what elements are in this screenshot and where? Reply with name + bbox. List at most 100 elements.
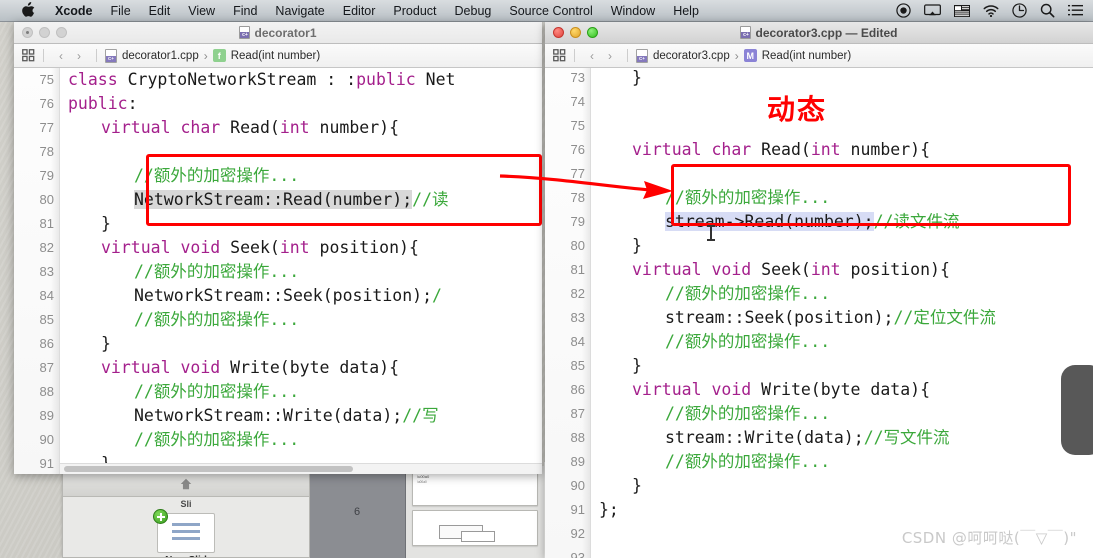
menu-item-editor[interactable]: Editor	[334, 4, 385, 18]
code-text: Seek(	[761, 260, 811, 279]
code-text: CryptoNetworkStream : :	[127, 70, 357, 89]
xcode-window-left[interactable]: decorator1 ‹ › decorator1.cpp › f Read(i…	[14, 22, 542, 474]
menu-item-find[interactable]: Find	[224, 4, 266, 18]
home-icon[interactable]	[179, 477, 193, 491]
menu-item-source-control[interactable]: Source Control	[500, 4, 601, 18]
code-line[interactable]: };	[599, 498, 619, 522]
menu-item-xcode[interactable]: Xcode	[46, 4, 102, 18]
left-window-titlebar[interactable]: decorator1	[14, 22, 542, 44]
menu-item-navigate[interactable]: Navigate	[266, 4, 333, 18]
right-source-code[interactable]: } virtual char Read(int number){ //额外的加密操作…	[591, 68, 1093, 558]
menu-item-product[interactable]: Product	[384, 4, 445, 18]
code-line[interactable]: }	[68, 212, 111, 236]
xcode-window-right[interactable]: decorator3.cpp — Edited ‹ › decorator3.c…	[545, 22, 1093, 558]
code-keyword: int	[279, 238, 310, 257]
background-slide-pane[interactable]: 6	[310, 466, 406, 558]
breadcrumb-symbol[interactable]: M Read(int number)	[743, 49, 851, 62]
forward-chevron-icon[interactable]: ›	[70, 49, 88, 63]
slide-thumbnail[interactable]	[412, 510, 538, 546]
code-line[interactable]: virtual void Seek(int position){	[599, 258, 950, 282]
minimize-button[interactable]	[39, 27, 50, 38]
code-line[interactable]: //额外的加密操作...	[68, 164, 299, 188]
code-line[interactable]: //额外的加密操作...	[599, 450, 830, 474]
code-line[interactable]: NetworkStream::Read(number);//读	[68, 188, 449, 212]
back-chevron-icon[interactable]: ‹	[583, 49, 601, 63]
code-line[interactable]: //额外的加密操作...	[599, 402, 830, 426]
code-line[interactable]: //额外的加密操作...	[599, 330, 830, 354]
new-slide-thumb[interactable]	[153, 509, 215, 553]
time-machine-icon[interactable]	[1012, 3, 1027, 18]
notification-center-icon[interactable]	[1068, 4, 1083, 17]
line-number: 90	[570, 478, 585, 493]
code-line[interactable]: virtual void Seek(int position){	[68, 236, 419, 260]
search-icon[interactable]	[1040, 3, 1055, 18]
add-slide-icon[interactable]	[153, 509, 168, 524]
background-slide-list[interactable]: \u00a0 \u00a0	[406, 466, 544, 558]
code-line[interactable]: virtual void Write(byte data){	[68, 356, 399, 380]
code-line[interactable]: }	[599, 68, 642, 90]
apple-icon[interactable]	[22, 2, 35, 19]
code-line[interactable]: stream::Write(data);//写文件流	[599, 426, 950, 450]
code-text: }	[101, 214, 111, 233]
left-window-traffic-lights[interactable]	[14, 27, 67, 38]
code-line[interactable]: NetworkStream::Write(data);//写	[68, 404, 439, 428]
left-horizontal-scrollbar[interactable]	[60, 463, 542, 474]
menu-item-help[interactable]: Help	[664, 4, 708, 18]
assistant-grid-icon[interactable]	[553, 49, 566, 62]
input-source-flag-icon[interactable]	[954, 4, 970, 17]
code-text: number){	[840, 140, 931, 159]
record-icon[interactable]	[896, 3, 911, 18]
back-chevron-icon[interactable]: ‹	[52, 49, 70, 63]
code-line[interactable]: virtual char Read(int number){	[599, 138, 930, 162]
zoom-button[interactable]	[56, 27, 67, 38]
breadcrumb-file[interactable]: decorator3.cpp	[636, 48, 730, 63]
code-line[interactable]: //额外的加密操作...	[68, 308, 299, 332]
code-line[interactable]: //额外的加密操作...	[68, 380, 299, 404]
wifi-icon[interactable]	[983, 4, 999, 17]
code-line[interactable]: //额外的加密操作...	[68, 260, 299, 284]
method-symbol-icon: M	[743, 49, 757, 62]
menu-item-debug[interactable]: Debug	[446, 4, 501, 18]
slide-thumbnail[interactable]: \u00a0 \u00a0	[412, 470, 538, 506]
right-code-editor[interactable]: 73 74 75 76 77 78 79 80 81 82 83 84 85 86 87 88 89 90 91 92…	[545, 68, 1093, 558]
left-code-editor[interactable]: 75 76 77 78 79 80 81 82 83 84 85 86 87 88 89 90 91 class…	[14, 68, 542, 474]
right-window-traffic-lights[interactable]	[545, 27, 598, 38]
code-line[interactable]: }	[68, 332, 111, 356]
close-button[interactable]	[22, 27, 33, 38]
zoom-button[interactable]	[587, 27, 598, 38]
code-text: Read(	[761, 140, 811, 159]
line-number: 90	[39, 432, 54, 447]
menu-item-window[interactable]: Window	[602, 4, 664, 18]
code-line[interactable]: virtual void Write(byte data){	[599, 378, 930, 402]
background-keynote-window[interactable]: Sli New Slid	[62, 470, 310, 558]
breadcrumb-symbol[interactable]: f Read(int number)	[212, 49, 320, 62]
code-line[interactable]: public:	[68, 92, 138, 116]
line-number: 75	[39, 72, 54, 87]
code-line[interactable]: }	[599, 354, 642, 378]
code-line[interactable]: //额外的加密操作...	[68, 428, 299, 452]
code-line[interactable]: stream->Read(number);//读文件流	[599, 210, 960, 234]
assistant-grid-icon[interactable]	[22, 49, 35, 62]
code-line[interactable]: NetworkStream::Seek(position);/	[68, 284, 442, 308]
code-line[interactable]: class CryptoNetworkStream : :public Net	[68, 68, 455, 92]
breadcrumb-file[interactable]: decorator1.cpp	[105, 48, 199, 63]
code-line[interactable]: virtual char Read(int number){	[68, 116, 399, 140]
menu-item-file[interactable]: File	[102, 4, 140, 18]
jumpbar-divider	[43, 49, 44, 62]
code-selected-text: stream->Read(number);	[665, 212, 874, 231]
left-jump-bar[interactable]: ‹ › decorator1.cpp › f Read(int number)	[14, 44, 542, 68]
menu-item-view[interactable]: View	[179, 4, 224, 18]
code-line[interactable]: }	[599, 234, 642, 258]
left-source-code[interactable]: class CryptoNetworkStream : :public Net p…	[60, 68, 542, 474]
right-jump-bar[interactable]: ‹ › decorator3.cpp › M Read(int number)	[545, 44, 1093, 68]
code-line[interactable]: //额外的加密操作...	[599, 186, 830, 210]
menu-item-edit[interactable]: Edit	[140, 4, 180, 18]
code-line[interactable]: //额外的加密操作...	[599, 282, 830, 306]
airplay-icon[interactable]	[924, 3, 941, 18]
close-button[interactable]	[553, 27, 564, 38]
forward-chevron-icon[interactable]: ›	[601, 49, 619, 63]
code-line[interactable]: stream::Seek(position);//定位文件流	[599, 306, 996, 330]
right-window-titlebar[interactable]: decorator3.cpp — Edited	[545, 22, 1093, 44]
minimize-button[interactable]	[570, 27, 581, 38]
code-line[interactable]: }	[599, 474, 642, 498]
